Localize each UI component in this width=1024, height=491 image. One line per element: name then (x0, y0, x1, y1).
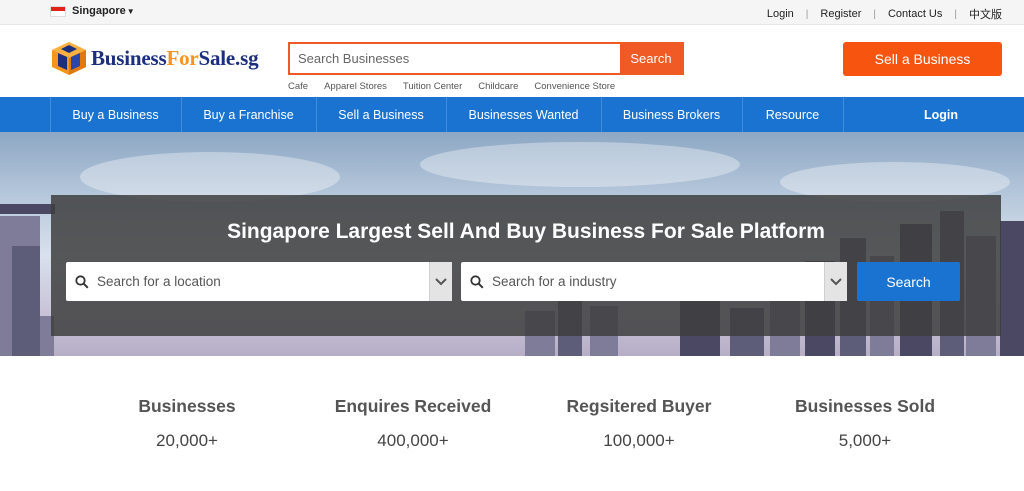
sell-a-business-button[interactable]: Sell a Business (843, 42, 1002, 76)
chevron-down-icon[interactable] (429, 262, 452, 301)
skyline-building (0, 204, 55, 214)
stat-businesses: Businesses 20,000+ (87, 396, 287, 451)
nav-sell-a-business[interactable]: Sell a Business (316, 97, 446, 132)
nav-login[interactable]: Login (880, 97, 1002, 132)
stat-registered-buyer: Regsitered Buyer 100,000+ (539, 396, 739, 451)
header-search-button[interactable]: Search (620, 44, 682, 73)
popular-search-link[interactable]: Apparel Stores (324, 81, 387, 92)
nav-resource[interactable]: Resource (742, 97, 843, 132)
logo-cube-icon (52, 42, 86, 75)
stat-value: 20,000+ (156, 431, 218, 450)
site-logo[interactable]: BusinessForSale.sg (50, 40, 259, 76)
stat-businesses-sold: Businesses Sold 5,000+ (765, 396, 965, 451)
business-search-bar: Search (288, 42, 684, 75)
popular-search-link[interactable]: Tuition Center (403, 81, 462, 92)
location-select[interactable]: Search for a location (66, 262, 452, 301)
industry-select[interactable]: Search for a industry (461, 262, 847, 301)
nav-business-brokers[interactable]: Business Brokers (601, 97, 742, 132)
country-label: Singapore (72, 5, 126, 17)
logo-text: BusinessForSale.sg (91, 45, 259, 70)
nav-buy-a-business[interactable]: Buy a Business (50, 97, 181, 132)
popular-search-link[interactable]: Convenience Store (534, 81, 615, 92)
top-bar: Singapore ▼ Login | Register | Contact U… (0, 0, 1024, 25)
chevron-down-icon[interactable] (824, 262, 847, 301)
separator: | (954, 8, 957, 20)
register-link[interactable]: Register (820, 8, 861, 20)
separator: | (805, 8, 809, 20)
location-placeholder: Search for a location (97, 274, 221, 289)
business-search-input[interactable] (290, 44, 620, 73)
separator: | (873, 8, 876, 20)
skyline-building (1000, 221, 1024, 356)
search-icon (75, 274, 89, 289)
popular-searches: Cafe Apparel Stores Tuition Center Child… (288, 81, 631, 92)
nav-divider (843, 97, 844, 132)
stat-label: Businesses Sold (794, 396, 936, 416)
popular-search-link[interactable]: Cafe (288, 81, 308, 92)
stat-value: 100,000+ (603, 431, 675, 450)
hero-title: Singapore Largest Sell And Buy Business … (227, 220, 825, 243)
cloud (420, 142, 740, 187)
stat-label: Businesses (138, 396, 236, 416)
login-link[interactable]: Login (767, 8, 794, 20)
stat-label: Regsitered Buyer (566, 396, 712, 416)
main-nav: Buy a Business Buy a Franchise Sell a Bu… (0, 97, 1024, 132)
contact-us-link[interactable]: Contact Us (888, 8, 942, 20)
caret-down-icon: ▼ (126, 6, 135, 16)
top-links: Login | Register | Contact Us | 中文版 (767, 6, 1002, 22)
hero-search-panel: Singapore Largest Sell And Buy Business … (51, 195, 1001, 336)
industry-placeholder: Search for a industry (492, 274, 617, 289)
popular-search-link[interactable]: Childcare (478, 81, 518, 92)
nav-businesses-wanted[interactable]: Businesses Wanted (446, 97, 601, 132)
stat-value: 400,000+ (377, 431, 449, 450)
skyline-building (12, 246, 40, 356)
search-icon (470, 274, 484, 289)
chinese-version-link[interactable]: 中文版 (969, 6, 1002, 22)
stat-value: 5,000+ (838, 431, 892, 450)
singapore-flag-icon (50, 5, 66, 17)
stat-label: Enquires Received (334, 396, 492, 416)
nav-buy-a-franchise[interactable]: Buy a Franchise (181, 97, 316, 132)
hero-search-button[interactable]: Search (857, 262, 960, 301)
hero-banner: Singapore Largest Sell And Buy Business … (0, 132, 1024, 356)
country-selector[interactable]: Singapore ▼ (50, 5, 135, 17)
stat-enquires-received: Enquires Received 400,000+ (313, 396, 513, 451)
